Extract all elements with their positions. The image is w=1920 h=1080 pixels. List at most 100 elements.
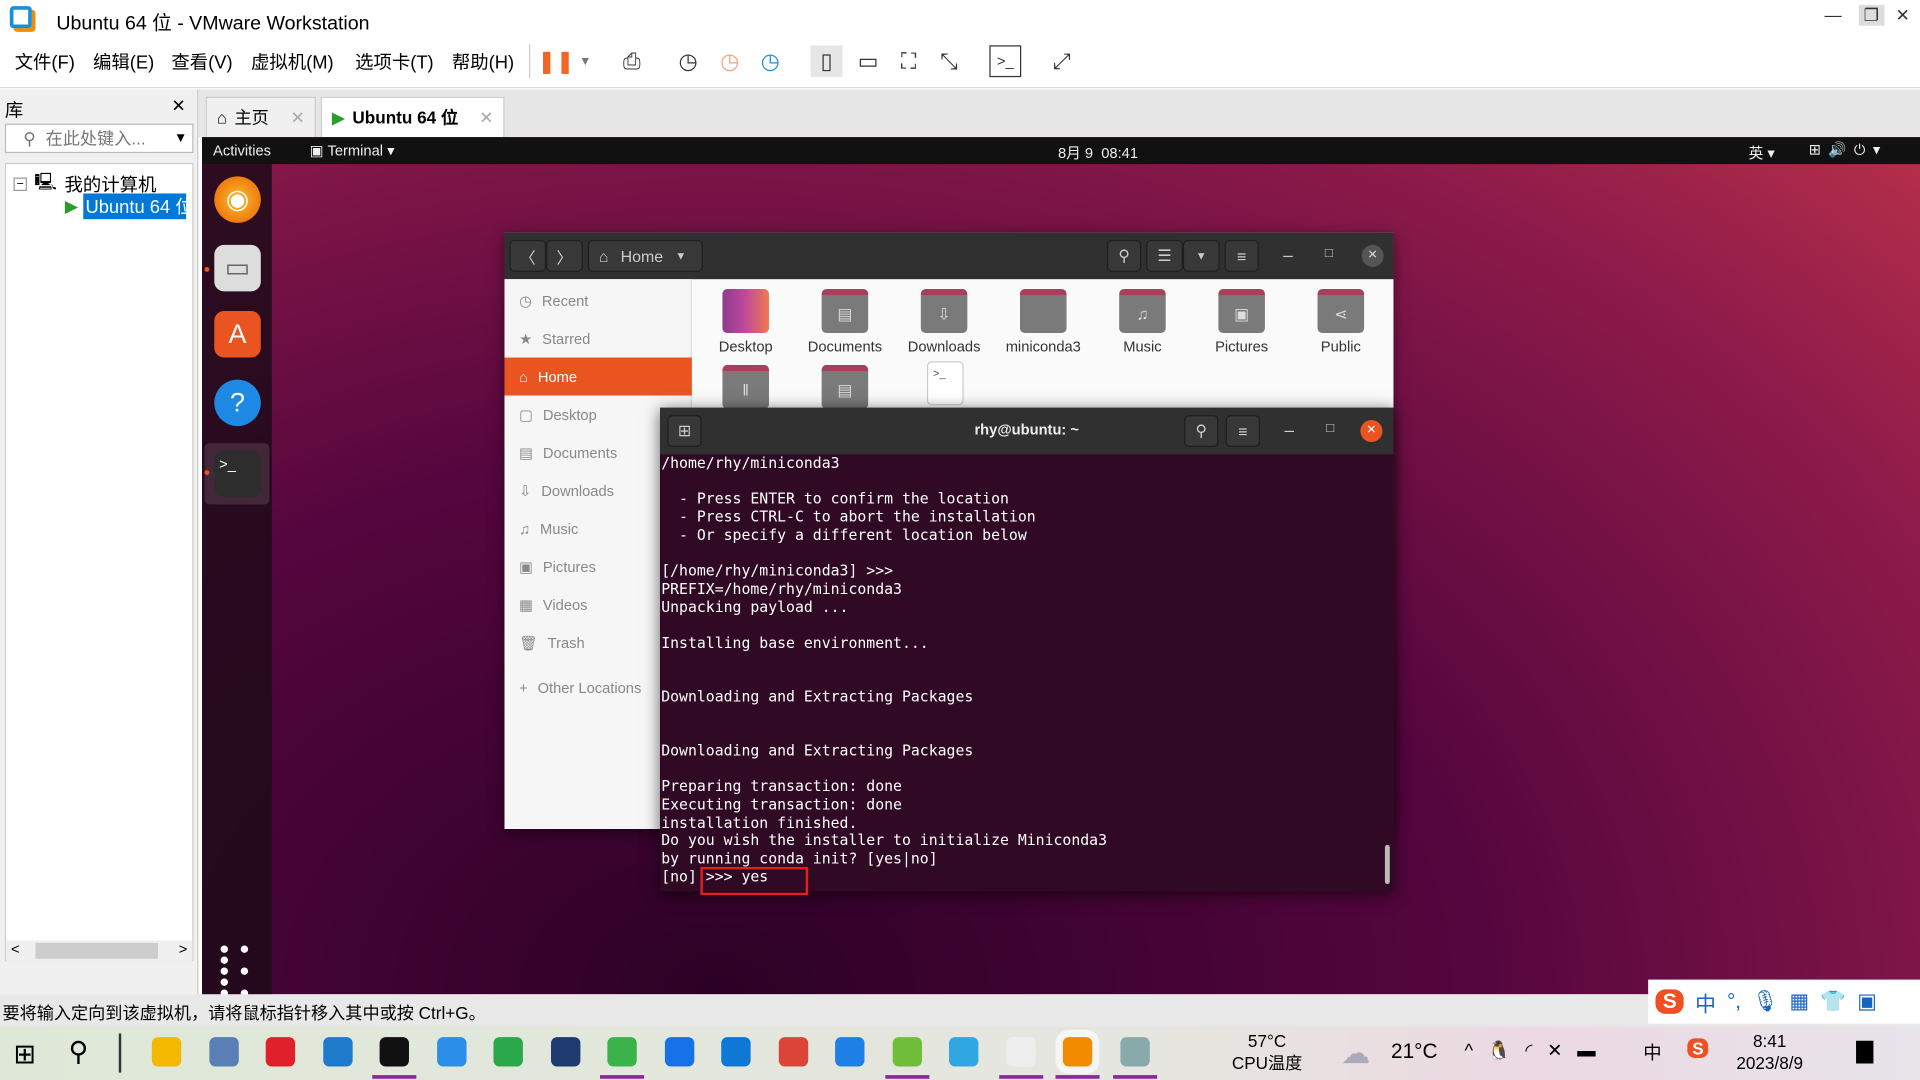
microphone-icon[interactable]: 🎙 (1752, 989, 1778, 1013)
bilibili-taskbar-icon[interactable] (948, 1037, 979, 1067)
send-ctrl-alt-del-icon[interactable]: ⎙ (616, 45, 648, 77)
sogou-tray-icon[interactable]: S (1687, 1038, 1709, 1058)
folder-documents[interactable]: ▤ Documents (796, 288, 894, 355)
close-tab-icon[interactable]: ✕ (479, 107, 493, 128)
clock-time[interactable]: 8:41 (1736, 1030, 1803, 1052)
restore-button[interactable]: ❐ (1858, 4, 1884, 26)
skin-icon[interactable]: 👕 (1820, 989, 1846, 1013)
search-icon[interactable]: ⚲ (69, 1036, 89, 1068)
input-method[interactable]: 英 ▾ (1749, 142, 1775, 163)
wechat-taskbar-icon[interactable] (607, 1037, 637, 1067)
notebook-taskbar-icon[interactable] (1119, 1037, 1150, 1067)
menu-edit[interactable]: 编辑(E) (93, 49, 154, 75)
punctuation-icon[interactable]: °, (1727, 989, 1741, 1013)
firefox-icon[interactable]: ◉ (214, 176, 261, 223)
sidebar-item-starred[interactable]: ★ Starred (504, 320, 691, 358)
zhihu-taskbar-icon[interactable] (835, 1037, 865, 1067)
pause-icon[interactable]: ❚❚ (537, 45, 574, 77)
collapse-icon[interactable]: − (13, 176, 27, 191)
folder-pictures[interactable]: ▣ Pictures (1193, 288, 1291, 355)
toolbox-icon[interactable]: ▣ (1857, 989, 1877, 1013)
software-center-icon[interactable]: A (214, 311, 261, 358)
script-file[interactable]: >_ (926, 361, 964, 406)
ime-chinese-icon[interactable]: 中 (1695, 986, 1716, 1017)
sogou-icon[interactable]: S (1655, 989, 1685, 1014)
menu-button[interactable]: ≡ (1225, 415, 1261, 447)
dropdown-arrow-icon[interactable]: ▼ (569, 45, 601, 77)
terminal-scrollbar[interactable] (1384, 844, 1390, 885)
menu-file[interactable]: 文件(F) (15, 49, 75, 75)
library-view-icon[interactable]: ▯ (810, 45, 843, 78)
revert-snapshot-icon[interactable]: ◷ (714, 45, 746, 77)
search-button[interactable]: ⚲ (1106, 240, 1142, 272)
horizontal-scrollbar[interactable]: < > (6, 940, 193, 962)
minimize-button[interactable]: – (1284, 420, 1294, 440)
keyboard-icon[interactable]: ▦ (1790, 989, 1810, 1013)
terminal-window[interactable]: ⊞ rhy@ubuntu: ~ ⚲ ≡ – □ ✕ /home/rhy/mini… (660, 407, 1394, 896)
vmware-taskbar-icon[interactable] (1062, 1037, 1093, 1067)
weather-temp[interactable]: 21°C (1391, 1040, 1438, 1064)
folder-desktop[interactable]: Desktop (697, 288, 795, 355)
netease-music-taskbar-icon[interactable] (265, 1037, 296, 1067)
notification-icon[interactable]: ▇ (1856, 1038, 1873, 1064)
android-studio-taskbar-icon[interactable] (493, 1037, 523, 1067)
menu-vm[interactable]: 虚拟机(M) (251, 49, 334, 75)
unity-icon[interactable]: ⤡ (933, 45, 965, 77)
clock-date[interactable]: 2023/8/9 (1736, 1052, 1803, 1074)
maximize-button[interactable]: □ (1326, 421, 1334, 436)
library-search[interactable]: ⚲ 在此处键入... ▼ (4, 123, 194, 154)
terminal-app-menu[interactable]: ▣ Terminal ▾ (310, 142, 395, 159)
file-explorer-taskbar-icon[interactable] (151, 1037, 182, 1067)
edge-taskbar-icon[interactable] (721, 1037, 751, 1067)
forward-button[interactable]: 〉 (546, 240, 583, 272)
terminal-icon[interactable]: >_ (214, 450, 261, 498)
qq-taskbar-icon[interactable] (379, 1037, 409, 1067)
minimize-button[interactable]: – (1283, 245, 1293, 265)
tree-item-ubuntu[interactable]: ▶ Ubuntu 64 位 (65, 193, 186, 220)
tab-home[interactable]: ⌂ 主页 ✕ (205, 96, 316, 138)
folder-miniconda3[interactable]: miniconda3 (994, 288, 1092, 355)
ie-taskbar-icon[interactable] (892, 1037, 922, 1067)
typora-taskbar-icon[interactable] (1005, 1037, 1036, 1067)
thumbnail-bar-icon[interactable]: ▭ (852, 45, 884, 77)
stretch-icon[interactable]: ⤢ (1046, 45, 1078, 77)
help-icon[interactable]: ? (214, 379, 261, 427)
feishu-taskbar-icon[interactable] (664, 1037, 694, 1067)
system-tray[interactable]: ⊞🔊⏻▾ (1809, 141, 1888, 159)
activities-button[interactable]: Activities (213, 142, 271, 159)
console-icon[interactable]: >_ (989, 45, 1022, 78)
start-button[interactable]: ⊞ (13, 1038, 36, 1070)
files-icon[interactable]: ▭ (214, 244, 261, 292)
folder-videos[interactable]: ▤ (821, 364, 869, 409)
folder-downloads[interactable]: ⇩ Downloads (895, 288, 993, 355)
maximize-button[interactable]: □ (1325, 246, 1333, 261)
menu-view[interactable]: 查看(V) (171, 49, 232, 75)
menu-tabs[interactable]: 选项卡(T) (355, 49, 434, 75)
tray-icons[interactable]: ^🐧◜✕▬ (1464, 1040, 1610, 1062)
weather-cloud-icon[interactable]: ☁ (1341, 1036, 1370, 1072)
notepad-taskbar-icon[interactable] (436, 1037, 466, 1067)
sidebar-item-recent[interactable]: ◷ Recent (504, 282, 691, 320)
snapshot-manager-icon[interactable]: ◷ (754, 45, 786, 77)
minimize-button[interactable]: — (1824, 5, 1841, 25)
view-options-button[interactable]: ▼ (1182, 240, 1220, 272)
view-list-button[interactable]: ☰ (1146, 240, 1183, 272)
folder-templates[interactable]: ‖ (722, 364, 769, 409)
tray-ime[interactable]: 中 (1643, 1040, 1661, 1066)
menu-button[interactable]: ≡ (1224, 240, 1259, 272)
dropdown-arrow-icon[interactable]: ▼ (174, 131, 187, 146)
clock[interactable]: 8月 9 08:41 (1058, 142, 1138, 163)
chrome-taskbar-icon[interactable] (778, 1037, 808, 1067)
close-library-icon[interactable]: ✕ (171, 96, 185, 117)
location-button[interactable]: ⌂ Home ▼ (587, 240, 703, 272)
folder-music[interactable]: ♫ Music (1093, 288, 1191, 355)
devcpp-taskbar-icon[interactable] (550, 1037, 580, 1067)
close-button[interactable]: ✕ (1360, 420, 1383, 443)
sidebar-item-home[interactable]: ⌂ Home (504, 357, 692, 396)
back-button[interactable]: 〈 (509, 240, 547, 272)
fullscreen-icon[interactable]: ⛶ (893, 45, 925, 77)
close-button[interactable]: ✕ (1896, 5, 1910, 26)
close-tab-icon[interactable]: ✕ (291, 107, 305, 128)
folder-public[interactable]: ⋖ Public (1292, 288, 1390, 355)
search-button[interactable]: ⚲ (1184, 415, 1219, 447)
